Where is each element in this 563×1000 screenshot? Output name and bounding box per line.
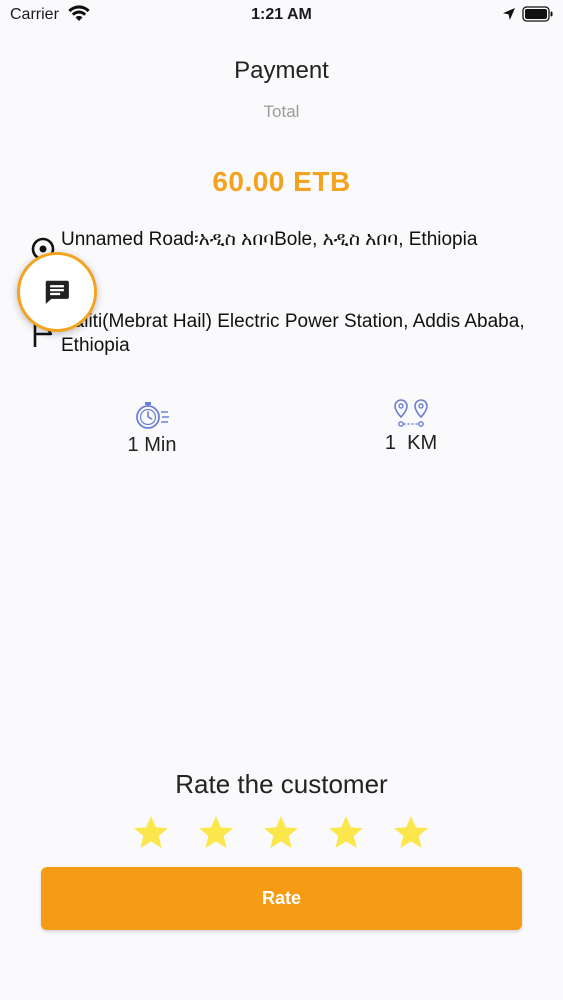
battery-icon xyxy=(522,6,553,22)
page-title: Payment xyxy=(234,57,329,84)
star-icon[interactable] xyxy=(196,813,236,853)
location-arrow-icon xyxy=(503,8,515,20)
trip-time: 1 Min xyxy=(72,398,232,457)
trip-time-value: 1 Min xyxy=(127,434,177,456)
pickup-address: Unnamed Road፡አዲስ አበባBole, አዲስ አበባ, Ethio… xyxy=(61,229,478,250)
chat-icon xyxy=(45,280,69,304)
rating-stars xyxy=(0,813,563,855)
total-amount: 60.00 ETB xyxy=(212,166,351,197)
chat-button[interactable] xyxy=(17,252,97,332)
star-icon[interactable] xyxy=(131,813,171,853)
trip-distance: 1 KM xyxy=(331,398,491,455)
star-icon[interactable] xyxy=(326,813,366,853)
rate-button[interactable]: Rate xyxy=(41,867,522,930)
stopwatch-icon xyxy=(136,402,169,429)
trip-distance-value: 1 KM xyxy=(384,432,438,454)
total-label: Total xyxy=(263,102,300,121)
star-icon[interactable] xyxy=(261,813,301,853)
star-icon[interactable] xyxy=(391,813,431,853)
status-bar: Carrier 1:21 AM xyxy=(0,0,563,30)
rate-customer-title: Rate the customer xyxy=(175,769,388,799)
route-pins-icon xyxy=(394,399,428,427)
dropoff-address: Kaliti(Mebrat Hail) Electric Power Stati… xyxy=(61,311,525,356)
status-time: 1:21 AM xyxy=(251,6,312,23)
